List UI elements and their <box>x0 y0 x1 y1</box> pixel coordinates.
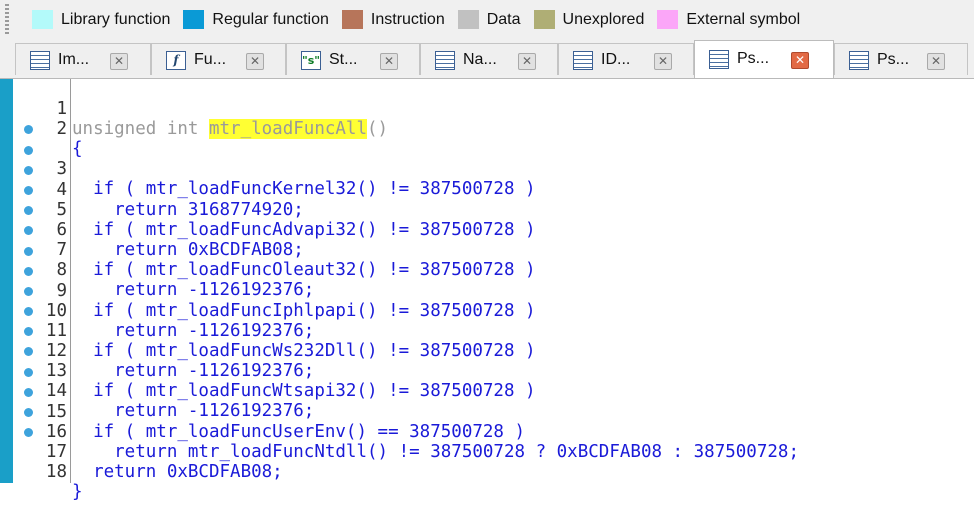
breakpoint-dot-icon[interactable] <box>24 428 33 438</box>
legend-label: Instruction <box>370 10 445 28</box>
breakpoint-dot-icon[interactable] <box>24 327 33 337</box>
pseudocode-text[interactable]: 1 unsigned int mtr_loadFuncAll() 2 { 3 i… <box>13 79 974 502</box>
imports-icon <box>30 51 50 70</box>
strings-icon: "s" <box>301 51 321 70</box>
code-line[interactable]: 5 if ( mtr_loadFuncAdvapi32() != 3875007… <box>13 160 974 240</box>
navigation-strip <box>0 79 13 483</box>
tab-ida-view[interactable]: ID... ✕ <box>558 43 694 75</box>
tab-functions[interactable]: f Fu... ✕ <box>151 43 286 75</box>
legend-label: External symbol <box>686 10 801 28</box>
tab-label: Ps... <box>877 51 910 68</box>
legend-item-unexplored: Unexplored <box>533 10 645 29</box>
tab-strings[interactable]: "s" St... ✕ <box>286 43 420 75</box>
names-icon <box>435 51 455 70</box>
function-icon: f <box>166 51 186 70</box>
breakpoint-dot-icon[interactable] <box>24 307 33 317</box>
breakpoint-dot-icon[interactable] <box>24 206 33 216</box>
code-line[interactable]: 18 } <box>13 422 974 502</box>
code-line[interactable]: 14 return -1126192376; <box>13 341 974 421</box>
close-icon[interactable]: ✕ <box>380 53 398 70</box>
code-line[interactable]: 13 if ( mtr_loadFuncWtsapi32() != 387500… <box>13 321 974 401</box>
code-line[interactable]: 10 return -1126192376; <box>13 261 974 341</box>
legend-swatch <box>657 10 679 29</box>
breakpoint-dot-icon[interactable] <box>24 286 33 296</box>
legend-item-regular-function: Regular function <box>183 10 329 29</box>
code-line[interactable]: 17 return 0xBCDFAB08; <box>13 402 974 482</box>
close-icon[interactable]: ✕ <box>110 53 128 70</box>
legend-swatch <box>32 10 53 29</box>
code-line[interactable]: 7 if ( mtr_loadFuncOleaut32() != 3875007… <box>13 200 974 280</box>
tab-label: ID... <box>601 51 631 68</box>
breakpoint-dot-icon[interactable] <box>24 367 33 377</box>
close-icon[interactable]: ✕ <box>654 53 672 70</box>
tab-strip: Im... ✕ f Fu... ✕ "s" St... ✕ Na... ✕ ID… <box>0 40 974 79</box>
code-line[interactable]: 8 return -1126192376; <box>13 220 974 300</box>
ida-view-icon <box>573 51 593 70</box>
legend-swatch <box>533 10 555 29</box>
code-text[interactable]: } <box>72 482 83 502</box>
legend-item-library-function: Library function <box>32 10 170 29</box>
code-line[interactable]: 6 return 0xBCDFAB08; <box>13 180 974 260</box>
tab-label: Fu... <box>194 51 227 68</box>
legend-item-data: Data <box>457 10 521 29</box>
breakpoint-dot-icon[interactable] <box>24 387 33 397</box>
breakpoint-dot-icon[interactable] <box>24 226 33 236</box>
legend-label: Library function <box>61 10 171 28</box>
tab-pseudocode[interactable]: Ps... ✕ <box>834 43 968 75</box>
code-text[interactable]: return mtr_loadFuncNtdll() != 387500728 … <box>72 442 799 462</box>
pseudocode-icon <box>709 50 729 69</box>
breakpoint-dot-icon[interactable] <box>24 125 33 135</box>
code-line[interactable]: 1 unsigned int mtr_loadFuncAll() <box>13 79 974 139</box>
close-icon[interactable]: ✕ <box>791 52 809 69</box>
breakpoint-dot-icon[interactable] <box>24 408 33 417</box>
legend-label: Regular function <box>212 10 329 28</box>
close-icon[interactable]: ✕ <box>518 53 536 70</box>
code-line[interactable]: 15 if ( mtr_loadFuncUserEnv() == 3875007… <box>13 362 974 442</box>
code-text[interactable]: return 0xBCDFAB08; <box>72 462 283 482</box>
pseudocode-icon <box>849 51 869 70</box>
tab-label: St... <box>329 51 358 68</box>
code-line[interactable]: 9 if ( mtr_loadFuncIphlpapi() != 3875007… <box>13 241 974 321</box>
tab-imports[interactable]: Im... ✕ <box>15 43 151 75</box>
legend-swatch <box>457 10 479 29</box>
code-line[interactable]: 16 return mtr_loadFuncNtdll() != 3875007… <box>13 382 974 462</box>
tab-pseudocode-active[interactable]: Ps... ✕ <box>694 40 834 78</box>
breakpoint-dot-icon[interactable] <box>24 266 33 276</box>
tab-label: Na... <box>463 51 497 68</box>
code-line[interactable]: 11 if ( mtr_loadFuncWs232Dll() != 387500… <box>13 281 974 361</box>
legend-label: Data <box>486 10 521 28</box>
close-icon[interactable]: ✕ <box>246 53 264 70</box>
close-icon[interactable]: ✕ <box>927 53 945 70</box>
code-line[interactable]: 12 return -1126192376; <box>13 301 974 381</box>
breakpoint-dot-icon[interactable] <box>24 165 33 175</box>
code-line[interactable]: 4 return 3168774920; <box>13 140 974 220</box>
breakpoint-dot-icon[interactable] <box>24 145 33 155</box>
legend-swatch <box>183 10 205 29</box>
code-line[interactable]: 3 if ( mtr_loadFuncKernel32() != 3875007… <box>13 119 974 199</box>
tab-names[interactable]: Na... ✕ <box>420 43 558 75</box>
legend-bar: Library function Regular function Instru… <box>0 0 974 41</box>
breakpoint-dot-icon[interactable] <box>24 246 33 256</box>
breakpoint-dot-icon[interactable] <box>24 347 33 357</box>
legend-item-external-symbol: External symbol <box>657 10 800 29</box>
legend-item-instruction: Instruction <box>341 10 445 29</box>
tab-label: Im... <box>58 51 90 68</box>
breakpoint-dot-icon[interactable] <box>24 185 33 195</box>
line-number: 18 <box>45 462 67 483</box>
toolbar-grip[interactable] <box>5 4 9 36</box>
tab-label: Ps... <box>737 50 770 67</box>
legend-label: Unexplored <box>562 10 645 28</box>
legend-items: Library function Regular function Instru… <box>32 10 813 29</box>
code-line[interactable]: 2 { <box>13 99 974 159</box>
legend-swatch <box>341 10 363 29</box>
